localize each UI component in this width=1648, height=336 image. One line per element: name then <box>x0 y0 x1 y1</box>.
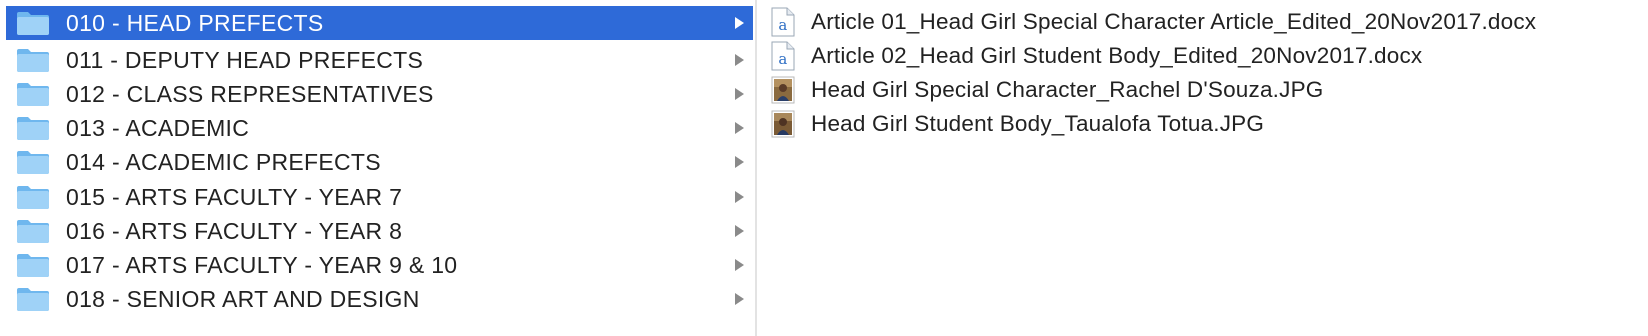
chevron-right-icon <box>735 293 744 305</box>
chevron-right-icon <box>735 191 744 203</box>
files-column: a Article 01_Head Girl Special Character… <box>757 0 1648 336</box>
chevron-right-icon <box>735 122 744 134</box>
file-name: Article 01_Head Girl Special Character A… <box>811 9 1537 34</box>
folders-column: 010 - HEAD PREFECTS 011 - DEPUTY HEAD PR… <box>0 0 755 336</box>
file-row[interactable]: a Article 01_Head Girl Special Character… <box>771 5 1536 39</box>
chevron-right-icon <box>735 54 744 66</box>
folder-row[interactable]: 015 - ARTS FACULTY - YEAR 7 <box>6 180 753 214</box>
file-row[interactable]: Head Girl Special Character_Rachel D'Sou… <box>771 73 1323 107</box>
photo-thumbnail-icon <box>771 110 795 138</box>
chevron-right-icon <box>735 156 744 168</box>
folder-row[interactable]: 014 - ACADEMIC PREFECTS <box>6 145 753 179</box>
folder-row[interactable]: 010 - HEAD PREFECTS <box>6 6 753 40</box>
folder-row[interactable]: 013 - ACADEMIC <box>6 111 753 145</box>
folder-row[interactable]: 012 - CLASS REPRESENTATIVES <box>6 77 753 111</box>
folder-row[interactable]: 016 - ARTS FACULTY - YEAR 8 <box>6 214 753 248</box>
folder-icon <box>17 220 49 243</box>
folder-label: 012 - CLASS REPRESENTATIVES <box>66 80 434 107</box>
svg-text:a: a <box>778 50 787 68</box>
folder-icon <box>17 117 49 140</box>
svg-text:a: a <box>778 16 787 34</box>
photo-thumbnail-icon <box>771 76 795 104</box>
folder-label: 017 - ARTS FACULTY - YEAR 9 & 10 <box>66 251 458 278</box>
folder-icon <box>17 151 49 174</box>
folder-label: 015 - ARTS FACULTY - YEAR 7 <box>66 183 403 210</box>
folder-label: 010 - HEAD PREFECTS <box>66 9 324 36</box>
folder-row[interactable]: 011 - DEPUTY HEAD PREFECTS <box>6 43 753 77</box>
folder-row[interactable]: 017 - ARTS FACULTY - YEAR 9 & 10 <box>6 248 753 282</box>
finder-column-view: 010 - HEAD PREFECTS 011 - DEPUTY HEAD PR… <box>0 0 1648 336</box>
folder-row[interactable]: 018 - SENIOR ART AND DESIGN <box>6 282 753 316</box>
folder-icon <box>17 12 49 35</box>
chevron-right-icon <box>735 225 744 237</box>
folder-label: 014 - ACADEMIC PREFECTS <box>66 148 381 175</box>
folder-icon <box>17 83 49 106</box>
file-name: Article 02_Head Girl Student Body_Edited… <box>811 43 1423 68</box>
folder-icon <box>17 254 49 277</box>
folder-icon <box>17 49 49 72</box>
chevron-right-icon <box>735 17 744 29</box>
file-name: Head Girl Special Character_Rachel D'Sou… <box>811 77 1324 102</box>
folder-icon <box>17 288 49 311</box>
word-document-icon: a <box>771 41 795 71</box>
chevron-right-icon <box>735 259 744 271</box>
chevron-right-icon <box>735 88 744 100</box>
file-row[interactable]: Head Girl Student Body_Taualofa Totua.JP… <box>771 107 1264 141</box>
folder-label: 013 - ACADEMIC <box>66 114 250 141</box>
file-name: Head Girl Student Body_Taualofa Totua.JP… <box>811 111 1265 136</box>
folder-label: 016 - ARTS FACULTY - YEAR 8 <box>66 217 403 244</box>
file-row[interactable]: a Article 02_Head Girl Student Body_Edit… <box>771 39 1422 73</box>
folder-label: 018 - SENIOR ART AND DESIGN <box>66 285 420 312</box>
folder-icon <box>17 186 49 209</box>
word-document-icon: a <box>771 7 795 37</box>
folder-label: 011 - DEPUTY HEAD PREFECTS <box>66 46 424 73</box>
